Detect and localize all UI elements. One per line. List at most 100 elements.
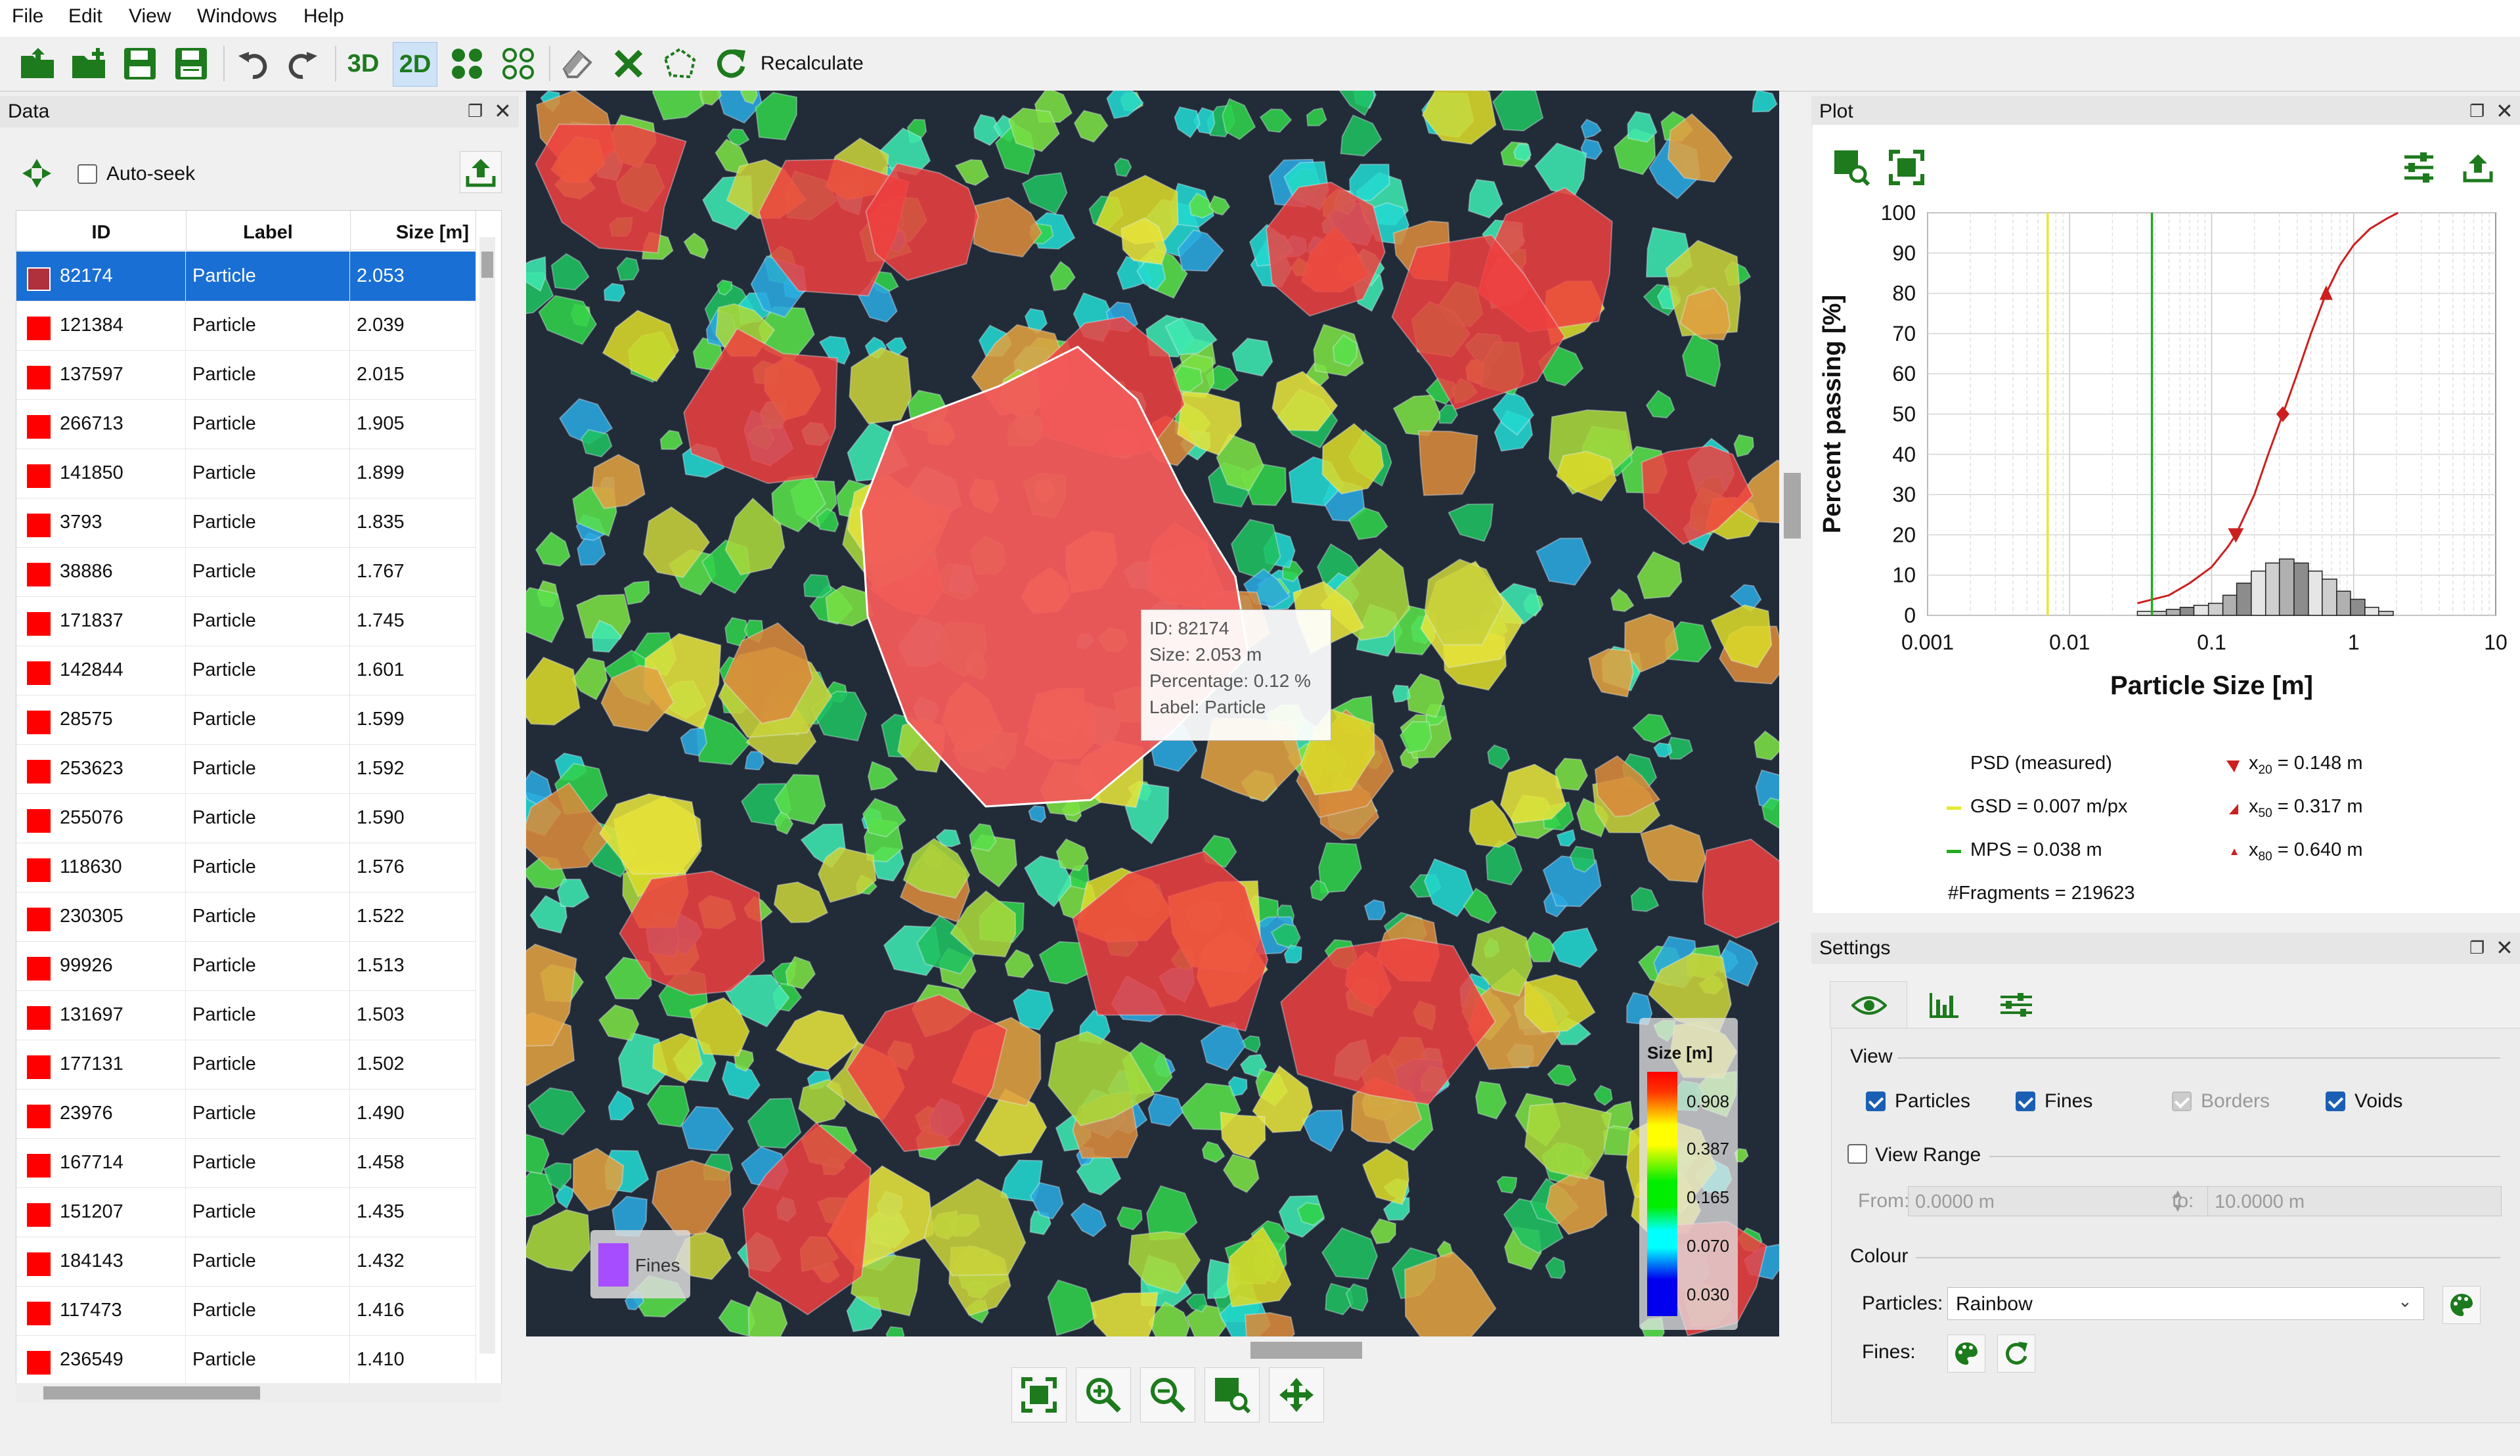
y-tick-label: 80	[1892, 282, 1916, 305]
particle-image-view[interactable]: ID: 82174 Size: 2.053 m Percentage: 0.12…	[526, 91, 1779, 1336]
plot-settings-button[interactable]	[2397, 146, 2441, 189]
table-row[interactable]: 236549 Particle 1.410	[16, 1335, 476, 1383]
zoom-out-button[interactable]	[1140, 1367, 1195, 1423]
locate-button[interactable]	[18, 155, 55, 192]
table-row[interactable]: 266713 Particle 1.905	[16, 399, 476, 449]
redo-icon	[288, 52, 317, 79]
fines-palette-button[interactable]	[1947, 1335, 1985, 1373]
undo-button[interactable]	[231, 42, 275, 85]
menu-view[interactable]: View	[129, 5, 171, 28]
view-vertical-scroll-thumb[interactable]	[1784, 473, 1801, 539]
tab-adjust[interactable]	[1979, 981, 2050, 1027]
voids-checkbox[interactable]	[2326, 1092, 2345, 1111]
particles-colour-select[interactable]: Rainbow	[1947, 1287, 2424, 1320]
view-2d-button[interactable]: 2D	[393, 42, 437, 87]
plot-fit-button[interactable]	[1885, 146, 1928, 189]
tab-statistics[interactable]	[1907, 981, 1978, 1027]
recalculate-label[interactable]: Recalculate	[761, 53, 864, 75]
show-particles-button[interactable]	[445, 42, 489, 85]
view-range-checkbox[interactable]	[1847, 1144, 1867, 1164]
fine-particle[interactable]	[1392, 684, 1411, 703]
show-outlines-button[interactable]	[497, 42, 540, 85]
save-as-button[interactable]	[169, 42, 213, 85]
medium-particle[interactable]	[1090, 1292, 1159, 1336]
table-row[interactable]: 141850 Particle 1.899	[16, 449, 476, 498]
menu-windows[interactable]: Windows	[197, 5, 277, 28]
auto-seek-checkbox[interactable]	[77, 164, 97, 184]
chevron-down-icon[interactable]: ⌄	[2398, 1291, 2412, 1312]
view-3d-button[interactable]: 3D	[342, 42, 385, 85]
table-scroll-thumb[interactable]	[481, 252, 493, 278]
tab-view[interactable]	[1830, 981, 1907, 1029]
particles-palette-button[interactable]	[2443, 1286, 2481, 1324]
menu-help[interactable]: Help	[303, 5, 344, 28]
table-row[interactable]: 99926 Particle 1.513	[16, 941, 476, 991]
table-row[interactable]: 121384 Particle 2.039	[16, 301, 476, 351]
polygon-select-button[interactable]	[658, 42, 701, 85]
particle-color-swatch	[27, 760, 51, 783]
table-row[interactable]: 151207 Particle 1.435	[16, 1187, 476, 1237]
fine-particle[interactable]	[803, 573, 832, 598]
histogram-bar	[2378, 611, 2394, 616]
table-row[interactable]: 177131 Particle 1.502	[16, 1040, 476, 1090]
table-row[interactable]: 38886 Particle 1.767	[16, 547, 476, 597]
view-horizontal-scroll-thumb[interactable]	[1250, 1342, 1362, 1359]
plot-zoom-region-button[interactable]	[1830, 146, 1873, 189]
pan-button[interactable]	[1269, 1367, 1324, 1423]
table-row[interactable]: 171837 Particle 1.745	[16, 596, 476, 646]
fines-reset-button[interactable]	[1997, 1335, 2035, 1373]
borders-checkbox[interactable]	[2172, 1092, 2192, 1111]
histogram-bar	[2179, 606, 2195, 616]
table-row[interactable]: 131697 Particle 1.503	[16, 990, 476, 1040]
medium-particle[interactable]	[1244, 1312, 1295, 1336]
import-folder-button[interactable]	[67, 42, 110, 85]
column-header-id[interactable]: ID	[16, 211, 187, 251]
table-row[interactable]: 184143 Particle 1.432	[16, 1237, 476, 1287]
delete-button[interactable]	[607, 42, 650, 85]
table-vertical-scrollbar[interactable]	[479, 237, 495, 1354]
histogram-bar	[2236, 583, 2252, 616]
export-data-button[interactable]	[460, 151, 502, 193]
close-icon[interactable]: ✕	[2496, 935, 2513, 960]
table-row[interactable]: 167714 Particle 1.458	[16, 1138, 476, 1188]
table-row[interactable]: 255076 Particle 1.590	[16, 793, 476, 843]
large-particle[interactable]	[1702, 838, 1780, 939]
table-row[interactable]: 253623 Particle 1.592	[16, 744, 476, 794]
fines-checkbox[interactable]	[2016, 1092, 2035, 1111]
table-hscroll-thumb[interactable]	[43, 1386, 260, 1400]
close-icon[interactable]: ✕	[494, 99, 512, 123]
undock-icon[interactable]: ❐	[2469, 101, 2485, 121]
particle-color-swatch	[27, 366, 51, 389]
redo-button[interactable]	[281, 42, 324, 85]
table-row[interactable]: 230305 Particle 1.522	[16, 892, 476, 942]
table-row[interactable]: 137597 Particle 2.015	[16, 350, 476, 400]
table-row[interactable]: 82174 Particle 2.053	[16, 252, 476, 301]
table-row[interactable]: 3793 Particle 1.835	[16, 498, 476, 548]
particles-checkbox[interactable]	[1866, 1092, 1886, 1111]
table-row[interactable]: 118630 Particle 1.576	[16, 843, 476, 893]
eraser-button[interactable]	[556, 42, 599, 85]
fit-view-button[interactable]	[1011, 1367, 1067, 1423]
undock-icon[interactable]: ❐	[468, 101, 483, 121]
column-header-size[interactable]: Size [m]	[350, 211, 476, 250]
table-row[interactable]: 28575 Particle 1.599	[16, 695, 476, 745]
menu-file[interactable]: File	[12, 5, 43, 28]
close-icon[interactable]: ✕	[2496, 99, 2513, 123]
zoom-in-button[interactable]	[1076, 1367, 1131, 1423]
recalculate-icon-button[interactable]	[709, 42, 753, 85]
size-legend-value: 0.387	[1687, 1139, 1730, 1158]
table-horizontal-scrollbar[interactable]	[16, 1383, 502, 1403]
to-input[interactable]: 10.0000 m	[2207, 1186, 2502, 1216]
menu-edit[interactable]: Edit	[68, 5, 102, 28]
save-button[interactable]	[118, 42, 162, 85]
fine-particle[interactable]	[1513, 143, 1532, 162]
undock-icon[interactable]: ❐	[2469, 938, 2485, 958]
table-row[interactable]: 23976 Particle 1.490	[16, 1089, 476, 1139]
table-row[interactable]: 117473 Particle 1.416	[16, 1286, 476, 1336]
open-folder-button[interactable]	[16, 42, 59, 85]
table-row[interactable]: 142844 Particle 1.601	[16, 646, 476, 695]
plot-export-button[interactable]	[2456, 146, 2500, 189]
zoom-region-button[interactable]	[1205, 1367, 1260, 1423]
column-header-label[interactable]: Label	[186, 211, 351, 251]
x20-marker-icon	[2226, 761, 2240, 772]
